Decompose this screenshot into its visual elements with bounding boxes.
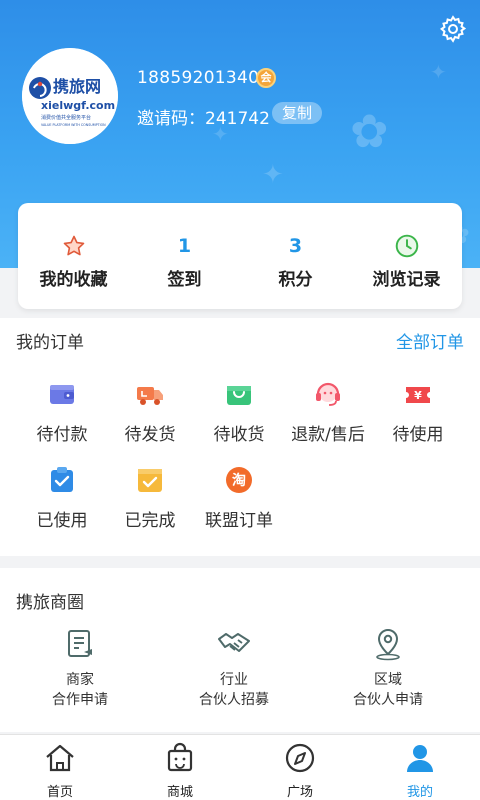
brand-logo: 携旅网 xielwgf.com 消费价值共全服务平台 VALUE PLATFOR… — [22, 48, 118, 144]
user-icon — [407, 745, 433, 772]
checkin-count: 1 — [177, 235, 192, 257]
quick-stats-card: 我的收藏 1 签到 3 积分 浏览记录 — [18, 203, 462, 309]
business-circle-section: 携旅商圈 商家 合作申请 行业 合伙人招募 区域 合伙人申请 — [0, 568, 480, 732]
tab-plaza[interactable]: 广场 — [240, 735, 360, 800]
clipboard-check-icon — [51, 467, 73, 492]
merchant-line2: 合作申请 — [52, 692, 108, 708]
tab-mall-label: 商城 — [166, 785, 193, 800]
avatar[interactable]: 携旅网 xielwgf.com 消费价值共全服务平台 VALUE PLATFOR… — [22, 48, 118, 144]
checkin-label: 签到 — [167, 270, 202, 290]
headset-icon — [316, 382, 340, 406]
logo-subslogan: VALUE PLATFORM WITH CONSUMPTION — [41, 123, 106, 127]
home-icon — [46, 744, 74, 772]
order-pending-payment-label: 待付款 — [36, 425, 88, 445]
order-pending-shipment[interactable]: 待发货 — [102, 378, 198, 445]
order-alliance[interactable]: 淘 联盟订单 — [191, 464, 287, 531]
truck-icon — [137, 387, 163, 405]
order-pending-payment[interactable]: 待付款 — [14, 378, 110, 445]
order-used-label: 已使用 — [36, 511, 88, 531]
member-level-icon: 会 — [256, 68, 276, 88]
points-count: 3 — [288, 235, 303, 257]
star-decoration: ✦ — [430, 60, 447, 84]
star-decoration: ✦ — [262, 160, 284, 190]
compass-icon — [285, 743, 315, 773]
settings-gear-icon[interactable] — [438, 14, 468, 44]
flower-decoration: ✿ — [350, 104, 389, 158]
tab-home-label: 首页 — [46, 785, 73, 800]
industry-partner-button[interactable]: 行业 合伙人招募 — [154, 626, 314, 710]
orders-section: 我的订单 全部订单 待付款 待发货 待收货 退款/售后 ¥ 待使用 已使用 已完… — [0, 318, 480, 556]
star-icon — [63, 235, 84, 256]
tab-mall[interactable]: 商城 — [120, 735, 240, 800]
order-alliance-label: 联盟订单 — [205, 511, 273, 531]
bag-icon — [227, 386, 251, 405]
bottom-tab-bar: 首页 商城 广场 我的 — [0, 734, 480, 800]
region-line1: 区域 — [374, 672, 402, 688]
logo-slogan: 消费价值共全服务平台 — [41, 114, 91, 121]
wallet-icon — [50, 385, 74, 404]
order-to-use[interactable]: ¥ 待使用 — [370, 378, 466, 445]
phone-number: 18859201340 — [137, 68, 260, 88]
ticket-yen-glyph: ¥ — [414, 389, 422, 402]
order-completed-label: 已完成 — [124, 511, 176, 531]
favorites-label: 我的收藏 — [39, 270, 108, 290]
regional-partner-button[interactable]: 区域 合伙人申请 — [308, 626, 468, 710]
merchant-doc-icon — [68, 630, 92, 657]
order-completed[interactable]: 已完成 — [102, 464, 198, 531]
industry-line1: 行业 — [220, 672, 248, 688]
logo-domain: xielwgf.com — [41, 99, 115, 112]
all-orders-link[interactable]: 全部订单 — [396, 328, 464, 353]
done-check-icon — [138, 469, 162, 492]
order-used[interactable]: 已使用 — [14, 464, 110, 531]
order-pending-shipment-label: 待发货 — [124, 425, 176, 445]
orders-title: 我的订单 — [16, 333, 84, 353]
tab-plaza-label: 广场 — [286, 785, 313, 800]
order-pending-receipt-label: 待收货 — [213, 425, 265, 445]
order-to-use-label: 待使用 — [392, 425, 444, 445]
taobao-icon: 淘 — [226, 467, 252, 493]
merchant-cooperation-button[interactable]: 商家 合作申请 — [0, 626, 160, 710]
checkin-button[interactable]: 1 签到 — [129, 203, 240, 309]
business-circle-title: 携旅商圈 — [16, 593, 84, 613]
industry-line2: 合伙人招募 — [199, 692, 269, 708]
tab-home[interactable]: 首页 — [0, 735, 120, 800]
order-refund-aftersales-label: 退款/售后 — [291, 425, 365, 445]
merchant-line1: 商家 — [66, 672, 94, 688]
tab-mine-label: 我的 — [406, 785, 433, 800]
clock-icon — [395, 234, 418, 258]
copy-button[interactable]: 复制 — [272, 102, 323, 124]
taobao-glyph: 淘 — [232, 472, 246, 489]
logo-title: 携旅网 — [53, 77, 101, 96]
region-line2: 合伙人申请 — [353, 692, 423, 708]
order-refund-aftersales[interactable]: 退款/售后 — [280, 378, 376, 445]
order-pending-receipt[interactable]: 待收货 — [191, 378, 287, 445]
points-label: 积分 — [278, 270, 313, 290]
tab-mine[interactable]: 我的 — [360, 735, 480, 800]
shopping-bag-icon — [167, 742, 193, 772]
ticket-icon: ¥ — [406, 387, 430, 403]
handshake-icon — [218, 633, 250, 652]
history-label: 浏览记录 — [372, 270, 441, 290]
invite-code: 邀请码：241742 — [137, 109, 270, 129]
points-button[interactable]: 3 积分 — [240, 203, 351, 309]
location-pin-icon — [376, 628, 400, 661]
history-button[interactable]: 浏览记录 — [351, 203, 462, 309]
favorites-button[interactable]: 我的收藏 — [18, 203, 129, 309]
